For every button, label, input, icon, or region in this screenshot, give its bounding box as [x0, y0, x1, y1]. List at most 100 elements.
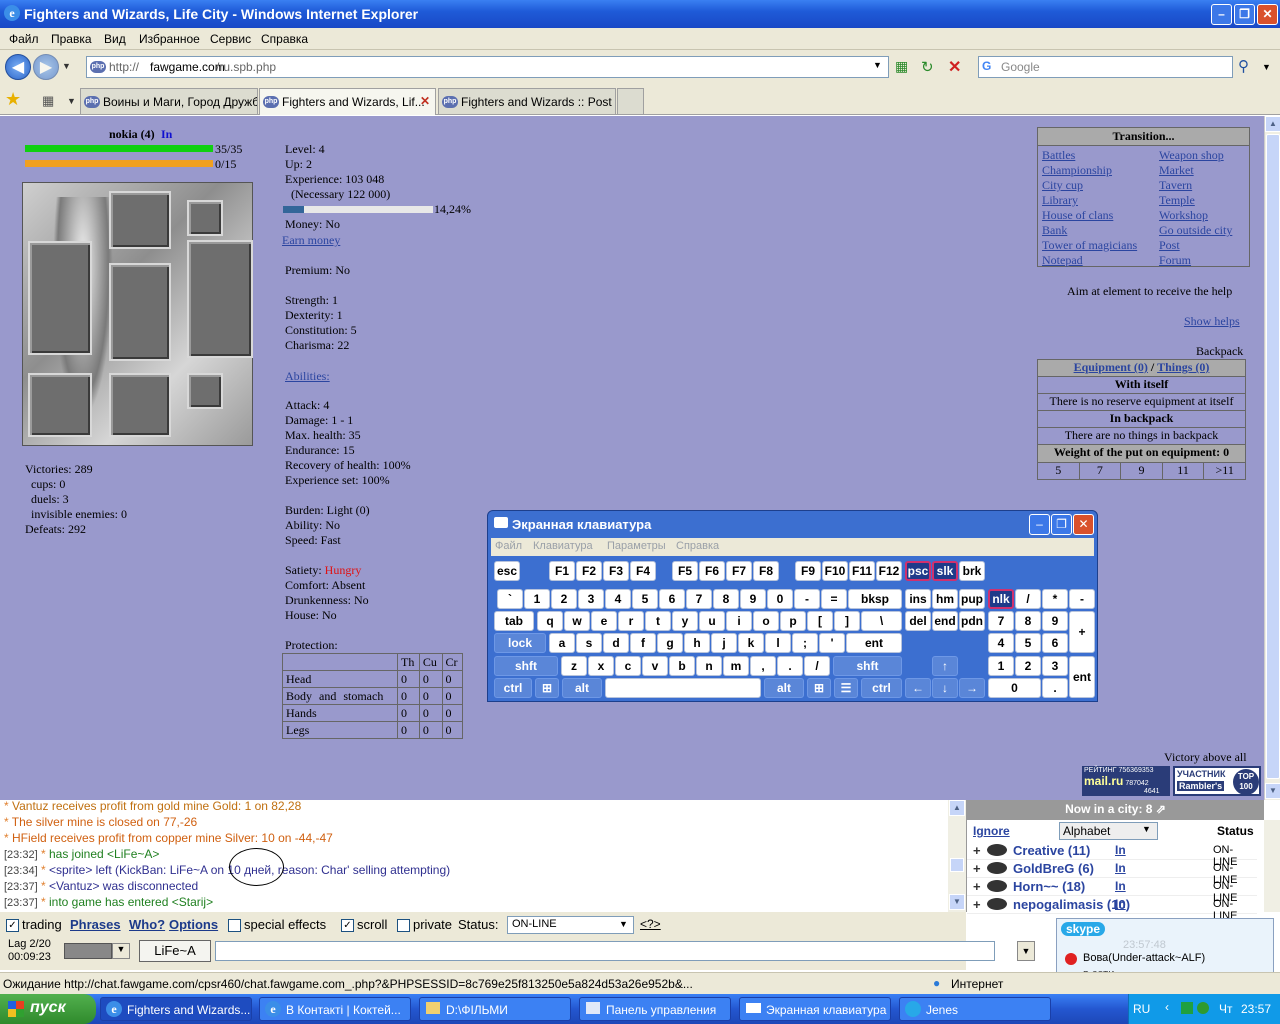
task-folder[interactable]: D:\ФІЛЬМИ [419, 997, 571, 1021]
key-sym[interactable]: → [959, 678, 985, 698]
player-in-link[interactable]: In [1115, 879, 1126, 893]
key-7[interactable]: 7 [988, 611, 1014, 631]
transition-link[interactable]: Library [1042, 193, 1137, 208]
key-u[interactable]: u [699, 611, 725, 631]
key-sym[interactable]: ← [905, 678, 931, 698]
key-sym[interactable]: - [1069, 589, 1095, 609]
key-lock[interactable]: lock [494, 633, 546, 653]
key-x[interactable]: x [588, 656, 614, 676]
scroll-down-icon[interactable]: ▼ [1265, 783, 1280, 799]
key-ctrl[interactable]: ctrl [861, 678, 902, 698]
key-b[interactable]: b [669, 656, 695, 676]
key-k[interactable]: k [738, 633, 764, 653]
page-scrollbar[interactable]: ▲ ▼ [1264, 116, 1280, 800]
player-in-link[interactable]: In [1115, 861, 1126, 875]
key-0[interactable]: 0 [988, 678, 1041, 698]
stop-icon[interactable]: ✕ [948, 57, 968, 77]
chat-scroll-up-icon[interactable]: ▲ [949, 800, 965, 816]
tray-network-icon[interactable] [1197, 1002, 1209, 1014]
key-9[interactable]: 9 [740, 589, 766, 609]
key-sym[interactable]: ` [497, 589, 523, 609]
sort-select[interactable]: Alphabet ▼ [1059, 822, 1158, 840]
expand-icon[interactable]: + [973, 897, 981, 912]
city-player-row[interactable]: + Horn~~ (18) In ON-LINE [967, 878, 1257, 904]
slot-amulet[interactable] [187, 200, 223, 236]
slot-weapon[interactable] [28, 241, 92, 355]
menu-edit[interactable]: Правка [51, 32, 92, 46]
key-sym[interactable]: / [804, 656, 830, 676]
key-w[interactable]: w [564, 611, 590, 631]
key-8[interactable]: 8 [713, 589, 739, 609]
transition-link[interactable]: Championship [1042, 163, 1137, 178]
key-slk[interactable]: slk [932, 561, 958, 581]
menu-file[interactable]: Файл [9, 32, 39, 46]
key-space[interactable] [605, 678, 761, 698]
key-sym[interactable]: ; [792, 633, 818, 653]
key-F6[interactable]: F6 [699, 561, 725, 581]
menu-favorites[interactable]: Избранное [139, 32, 200, 46]
transition-link[interactable]: Workshop [1159, 208, 1232, 223]
back-button[interactable]: ◀ [5, 54, 31, 80]
key-g[interactable]: g [657, 633, 683, 653]
transition-link[interactable]: Battles [1042, 148, 1137, 163]
slot-shield[interactable] [187, 240, 253, 358]
transition-link[interactable]: Weapon shop [1159, 148, 1232, 163]
key-5[interactable]: 5 [632, 589, 658, 609]
quick-tabs-icon[interactable]: ▦ [42, 93, 54, 109]
player-name[interactable]: nepogalimasis (10) [1013, 897, 1130, 912]
city-player-row[interactable]: + nepogalimasis (10) In ON-LINE [967, 896, 1257, 922]
transition-link[interactable]: Post [1159, 238, 1232, 253]
who-link[interactable]: Who? [129, 917, 165, 932]
key-sym[interactable]: ↑ [932, 656, 958, 676]
menu-tools[interactable]: Сервис [210, 32, 251, 46]
key-sym[interactable]: ☰ [834, 678, 858, 698]
compat-view-icon[interactable]: ▦ [895, 58, 915, 78]
key-tab[interactable]: tab [494, 611, 534, 631]
task-fighters[interactable]: e Fighters and Wizards... [100, 997, 252, 1021]
key-nlk[interactable]: nlk [988, 589, 1014, 609]
key-y[interactable]: y [672, 611, 698, 631]
key-sym[interactable]: ↓ [932, 678, 958, 698]
transition-link[interactable]: House of clans [1042, 208, 1137, 223]
key-f[interactable]: f [630, 633, 656, 653]
recipient-button[interactable]: LiFe~A [139, 940, 211, 962]
chat-scroll-thumb[interactable] [950, 858, 964, 872]
key-m[interactable]: m [723, 656, 749, 676]
city-scrollbar[interactable] [1264, 820, 1280, 912]
player-name[interactable]: GoldBreG (6) [1013, 861, 1094, 876]
key-sym[interactable]: ] [834, 611, 860, 631]
expand-icon[interactable]: + [973, 861, 981, 876]
message-history-icon[interactable]: ▼ [1017, 941, 1035, 961]
key-sym[interactable]: ⊞ [807, 678, 831, 698]
key-end[interactable]: end [932, 611, 958, 631]
key-e[interactable]: e [591, 611, 617, 631]
search-icon[interactable]: ⚲ [1238, 57, 1249, 75]
refresh-city-icon[interactable]: ⇗ [1156, 802, 1166, 816]
key-v[interactable]: v [642, 656, 668, 676]
options-link[interactable]: Options [169, 917, 218, 932]
city-player-row[interactable]: + GoldBreG (6) In ON-LINE [967, 860, 1257, 886]
slot-helmet[interactable] [109, 191, 171, 249]
equipment-tab[interactable]: Equipment (0) [1074, 360, 1148, 374]
key-pdn[interactable]: pdn [959, 611, 985, 631]
key-sym[interactable]: - [794, 589, 820, 609]
key-hm[interactable]: hm [932, 589, 958, 609]
key-brk[interactable]: brk [959, 561, 985, 581]
key-s[interactable]: s [576, 633, 602, 653]
slot-boots[interactable] [109, 373, 171, 437]
favorites-star-icon[interactable]: ★ [5, 89, 21, 110]
key-q[interactable]: q [537, 611, 563, 631]
abilities-link[interactable]: Abilities: [285, 369, 330, 384]
key-del[interactable]: del [905, 611, 931, 631]
chat-scroll-down-icon[interactable]: ▼ [949, 894, 965, 910]
key-F10[interactable]: F10 [822, 561, 848, 581]
key-5[interactable]: 5 [1015, 633, 1041, 653]
slot-ring[interactable] [187, 373, 223, 409]
key-h[interactable]: h [684, 633, 710, 653]
key-esc[interactable]: esc [494, 561, 520, 581]
key-t[interactable]: t [645, 611, 671, 631]
special-effects-checkbox[interactable] [228, 919, 241, 932]
key-ins[interactable]: ins [905, 589, 931, 609]
forward-button[interactable]: ▶ [33, 54, 59, 80]
color-dropdown-icon[interactable]: ▼ [112, 943, 130, 959]
